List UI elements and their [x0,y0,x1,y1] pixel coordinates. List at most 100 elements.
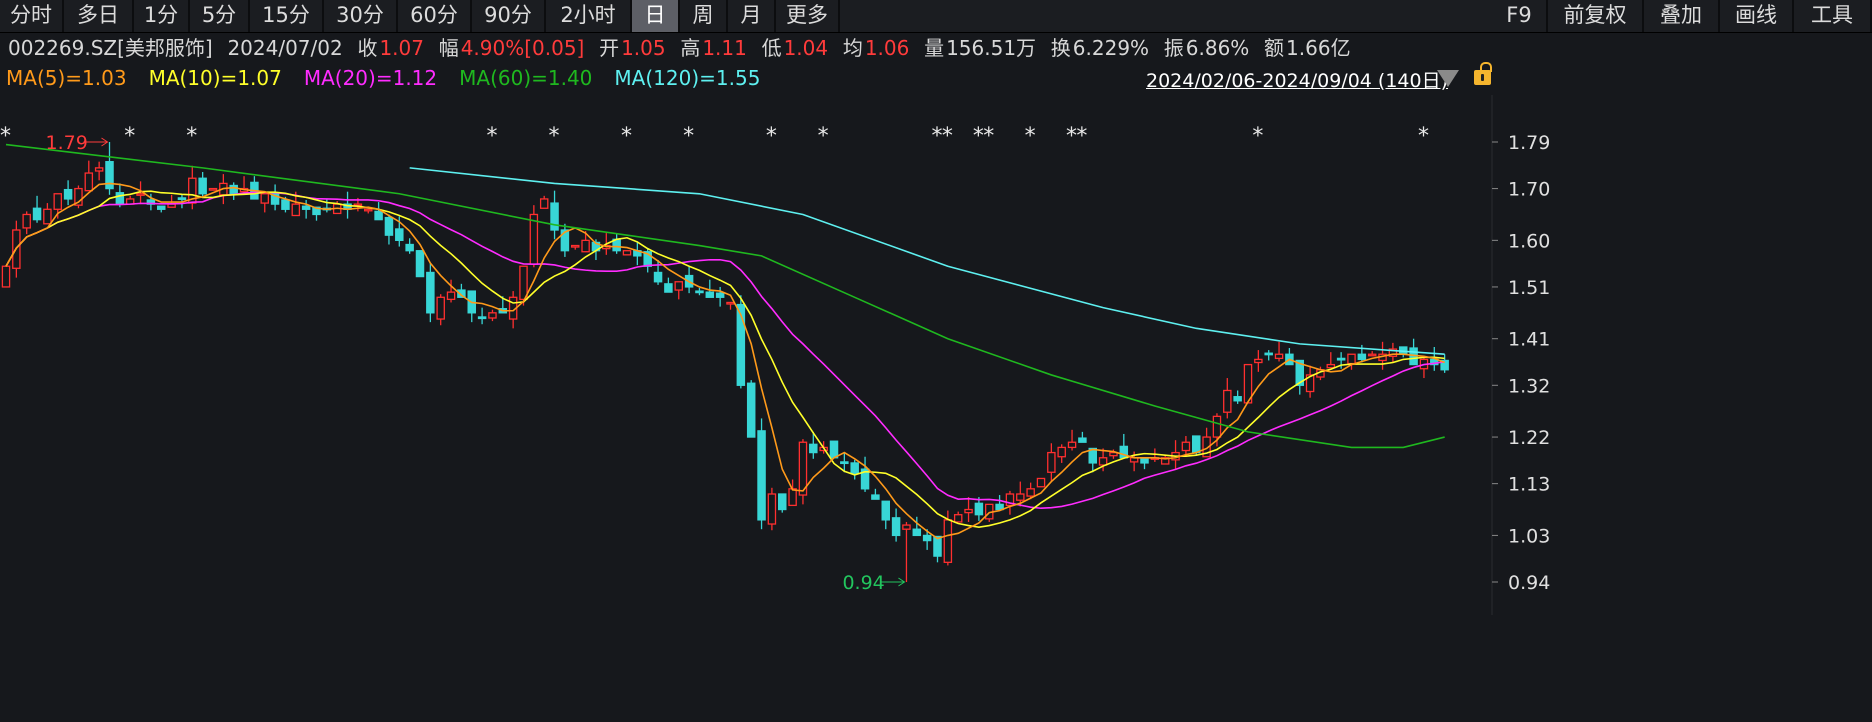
candle-up [788,488,797,507]
candle-up [1181,441,1191,452]
candle-down [1336,357,1346,361]
event-marker-star: * [0,124,11,149]
period-tab-8[interactable]: 2小时 [546,0,632,32]
candle-down [384,216,394,236]
turnover-label: 换 [1050,36,1071,60]
event-marker-star: * [1418,124,1429,149]
candle-down [415,250,425,278]
candle-up [488,312,497,319]
candle-up [43,208,52,225]
candle-down [301,205,311,210]
candle-down [426,271,435,314]
period-tab-12[interactable]: 更多 [776,0,840,32]
candle-down [912,528,922,537]
candle-up [136,193,145,196]
stock-code: 002269.SZ[美邦服饰] [8,36,213,60]
event-marker-star: * [1025,124,1036,149]
high-label: 高 [680,36,701,60]
candle-down [229,184,238,195]
candle-down [1233,396,1242,402]
candle-down [1357,353,1367,361]
candle-down [177,197,187,201]
period-tab-10[interactable]: 周 [680,0,728,32]
tool-button-1[interactable]: 前复权 [1548,0,1644,32]
y-tick-label: 1.22 [1508,427,1550,449]
y-tick-label: 1.51 [1508,277,1550,299]
candle-down [891,517,901,537]
low-mark-label: 0.94 [842,572,884,594]
event-marker-star: * [983,124,994,149]
candle-up [1026,488,1035,497]
period-tab-3[interactable]: 5分 [190,0,250,32]
event-marker-star: * [124,124,135,149]
event-marker-star: * [766,124,777,149]
candle-down [405,243,414,252]
period-tab-5[interactable]: 30分 [324,0,398,32]
candle-down [1264,352,1273,356]
candle-up [1326,363,1336,369]
period-tab-2[interactable]: 1分 [134,0,190,32]
ma10-line [5,190,1445,528]
lock-icon[interactable] [1474,62,1492,85]
quote-date: 2024/07/02 [227,36,343,60]
candle-up [622,250,632,256]
low-label: 低 [761,36,782,60]
ma120-line [409,167,1445,356]
candle-up [22,213,31,229]
avg-label: 均 [842,36,863,60]
candle-down [115,192,125,205]
candle-up [964,508,973,514]
tool-button-0[interactable]: F9 [1492,0,1548,32]
y-tick-label: 1.60 [1508,230,1550,252]
candle-down [746,382,756,438]
candle-up [94,167,104,172]
dropdown-caret-icon[interactable] [1437,70,1459,87]
candle-down [395,228,404,242]
candle-down [105,161,114,190]
y-tick-label: 1.79 [1508,132,1550,154]
candle-up [1367,353,1377,357]
period-tab-1[interactable]: 多日 [64,0,134,32]
tool-button-2[interactable]: 叠加 [1644,0,1720,32]
candle-up [581,239,590,253]
candle-up [1223,389,1232,413]
high-mark-label: 1.79 [46,132,88,154]
quote-info-bar: 002269.SZ[美邦服饰] 2024/07/02 收 1.07 幅 4.90%[… [8,34,1353,62]
tool-button-3[interactable]: 画线 [1720,0,1794,32]
event-marker-star: * [186,124,197,149]
candlestick-chart[interactable]: 1.79 1.70 1.60 1.51 1.41 1.32 1.22 1.13 1.03 0.94… [0,95,1872,615]
ma-legend-item: MA(60)=1.40 [459,66,593,90]
candle-down [1078,437,1087,443]
period-tab-9[interactable]: 日 [632,0,680,32]
candle-up [1016,493,1025,501]
period-tab-4[interactable]: 15分 [250,0,324,32]
candle-up [363,208,373,212]
event-marker-star: * [973,124,984,149]
close-value: 1.07 [379,36,424,60]
date-range-selector[interactable]: 2024/02/06-2024/09/04 (140日) [1146,66,1448,93]
ma20-line [5,191,1445,510]
candle-up [674,281,684,291]
candle-down [778,493,787,511]
candle-up [1212,415,1222,438]
candle-down [757,430,766,521]
period-tab-0[interactable]: 分时 [0,0,64,32]
candle-up [1047,451,1056,473]
candle-up [1347,353,1356,365]
candle-up [726,301,735,305]
y-tick-label: 0.94 [1508,572,1550,594]
event-marker-star: * [683,124,694,149]
candle-down [881,500,891,521]
candle-up [53,193,63,210]
volume-label: 量 [924,36,945,60]
candle-up [953,514,963,523]
candle-down [374,210,383,221]
period-toolbar: 分时 多日 1分 5分 15分 30分 60分 90分 2小时日周月更多 F9 前复权 叠加 画线 工具 [0,0,1872,33]
period-tab-7[interactable]: 90分 [472,0,546,32]
tool-button-4[interactable]: 工具 [1794,0,1872,32]
candle-up [1254,358,1263,364]
candle-down [840,461,849,465]
candle-down [809,443,818,454]
period-tab-6[interactable]: 60分 [398,0,472,32]
period-tab-11[interactable]: 月 [728,0,776,32]
